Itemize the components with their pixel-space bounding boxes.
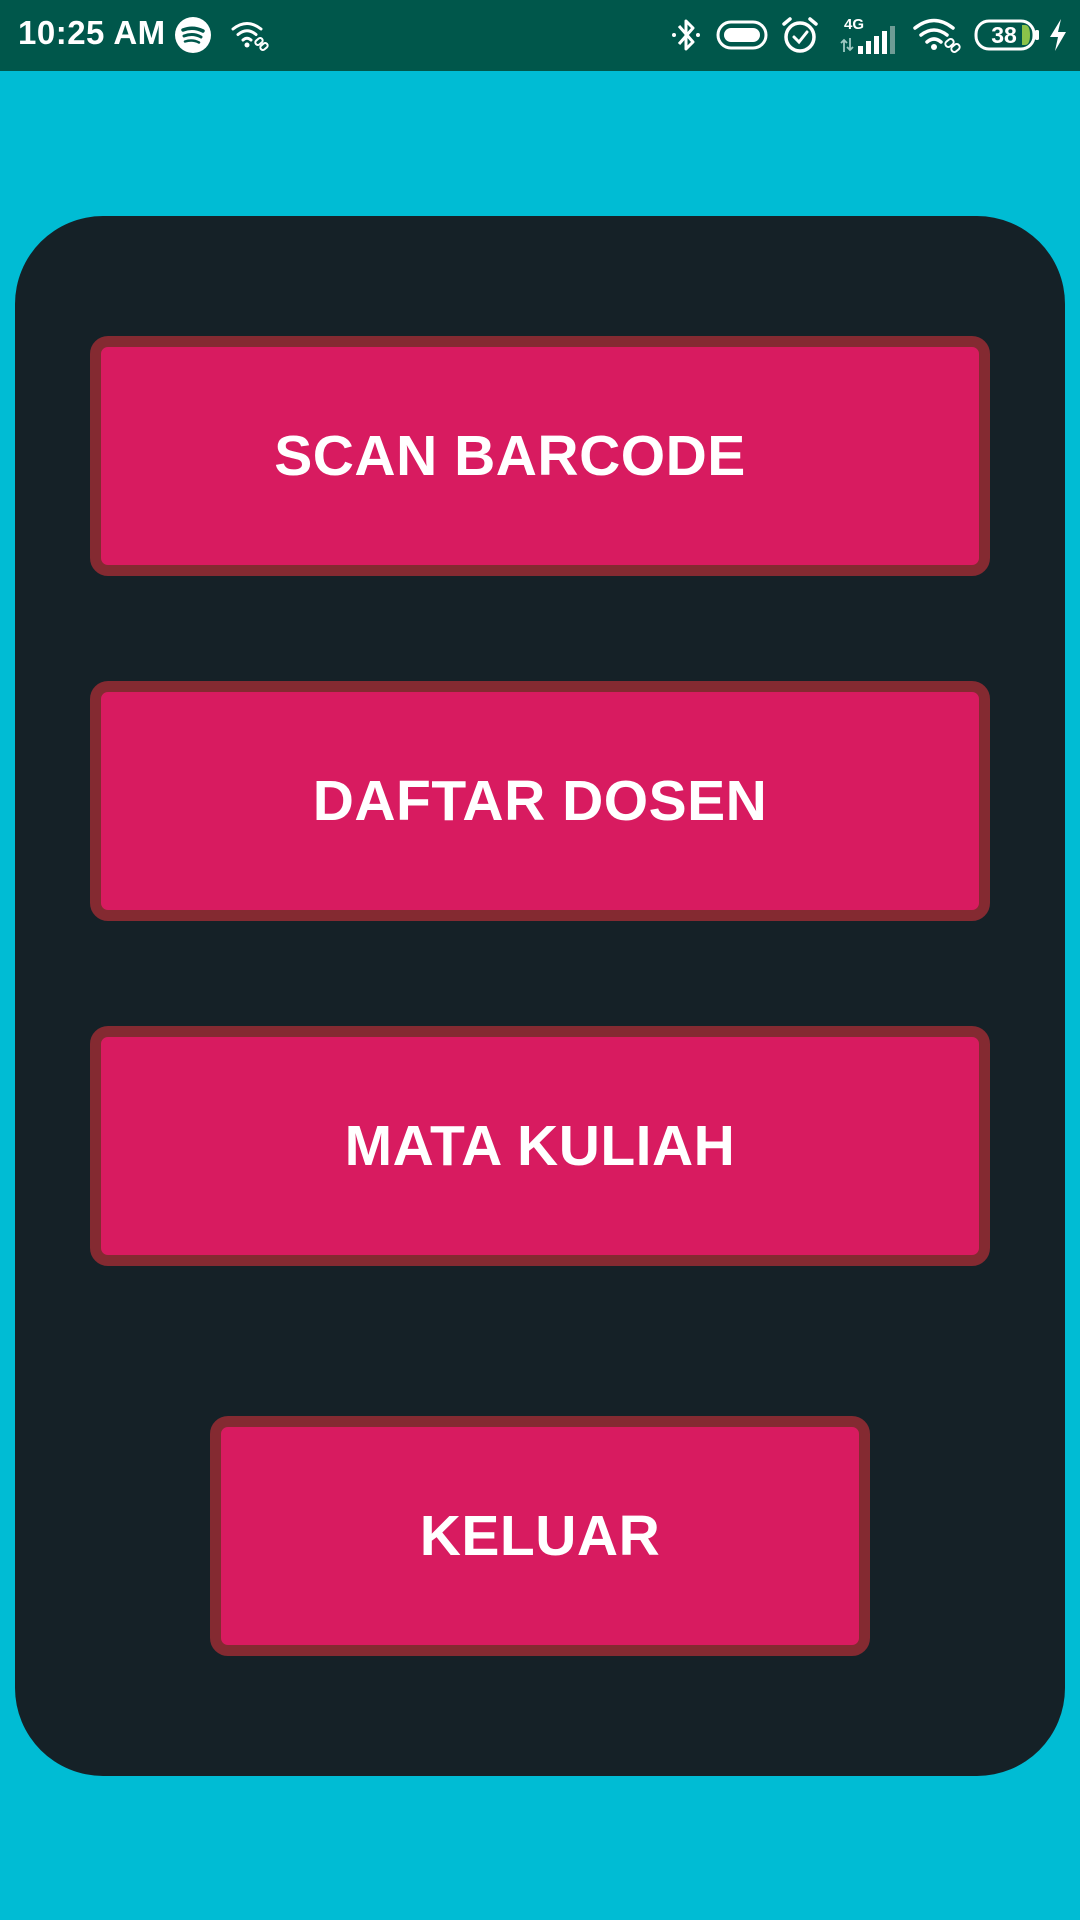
keluar-label: KELUAR [419, 1504, 661, 1568]
mata-kuliah-label: MATA KULIAH [344, 1114, 736, 1178]
wifi-icon [912, 14, 964, 56]
status-bar: 10:25 AM 4G 38 [0, 0, 1080, 71]
bluetooth-icon [670, 14, 702, 56]
keluar-button[interactable]: KELUAR [210, 1416, 870, 1656]
toggle-icon [716, 14, 768, 56]
charging-icon [1046, 14, 1070, 56]
scan-barcode-button[interactable]: SCAN BARCODE [90, 336, 990, 576]
signal-icon: 4G [838, 10, 902, 60]
daftar-dosen-label: DAFTAR DOSEN [312, 769, 768, 833]
menu-panel: SCAN BARCODE DAFTAR DOSEN MATA KULIAH KE… [15, 216, 1065, 1776]
alarm-icon [780, 14, 820, 56]
status-time: 10:25 AM [18, 14, 166, 51]
daftar-dosen-button[interactable]: DAFTAR DOSEN [90, 681, 990, 921]
mata-kuliah-button[interactable]: MATA KULIAH [90, 1026, 990, 1266]
scan-barcode-label: SCAN BARCODE [274, 424, 746, 488]
battery-level: 38 [991, 21, 1017, 48]
wifi-hotspot-icon [230, 14, 270, 56]
spotify-icon [174, 14, 212, 56]
battery-icon: 38 [974, 14, 1040, 56]
